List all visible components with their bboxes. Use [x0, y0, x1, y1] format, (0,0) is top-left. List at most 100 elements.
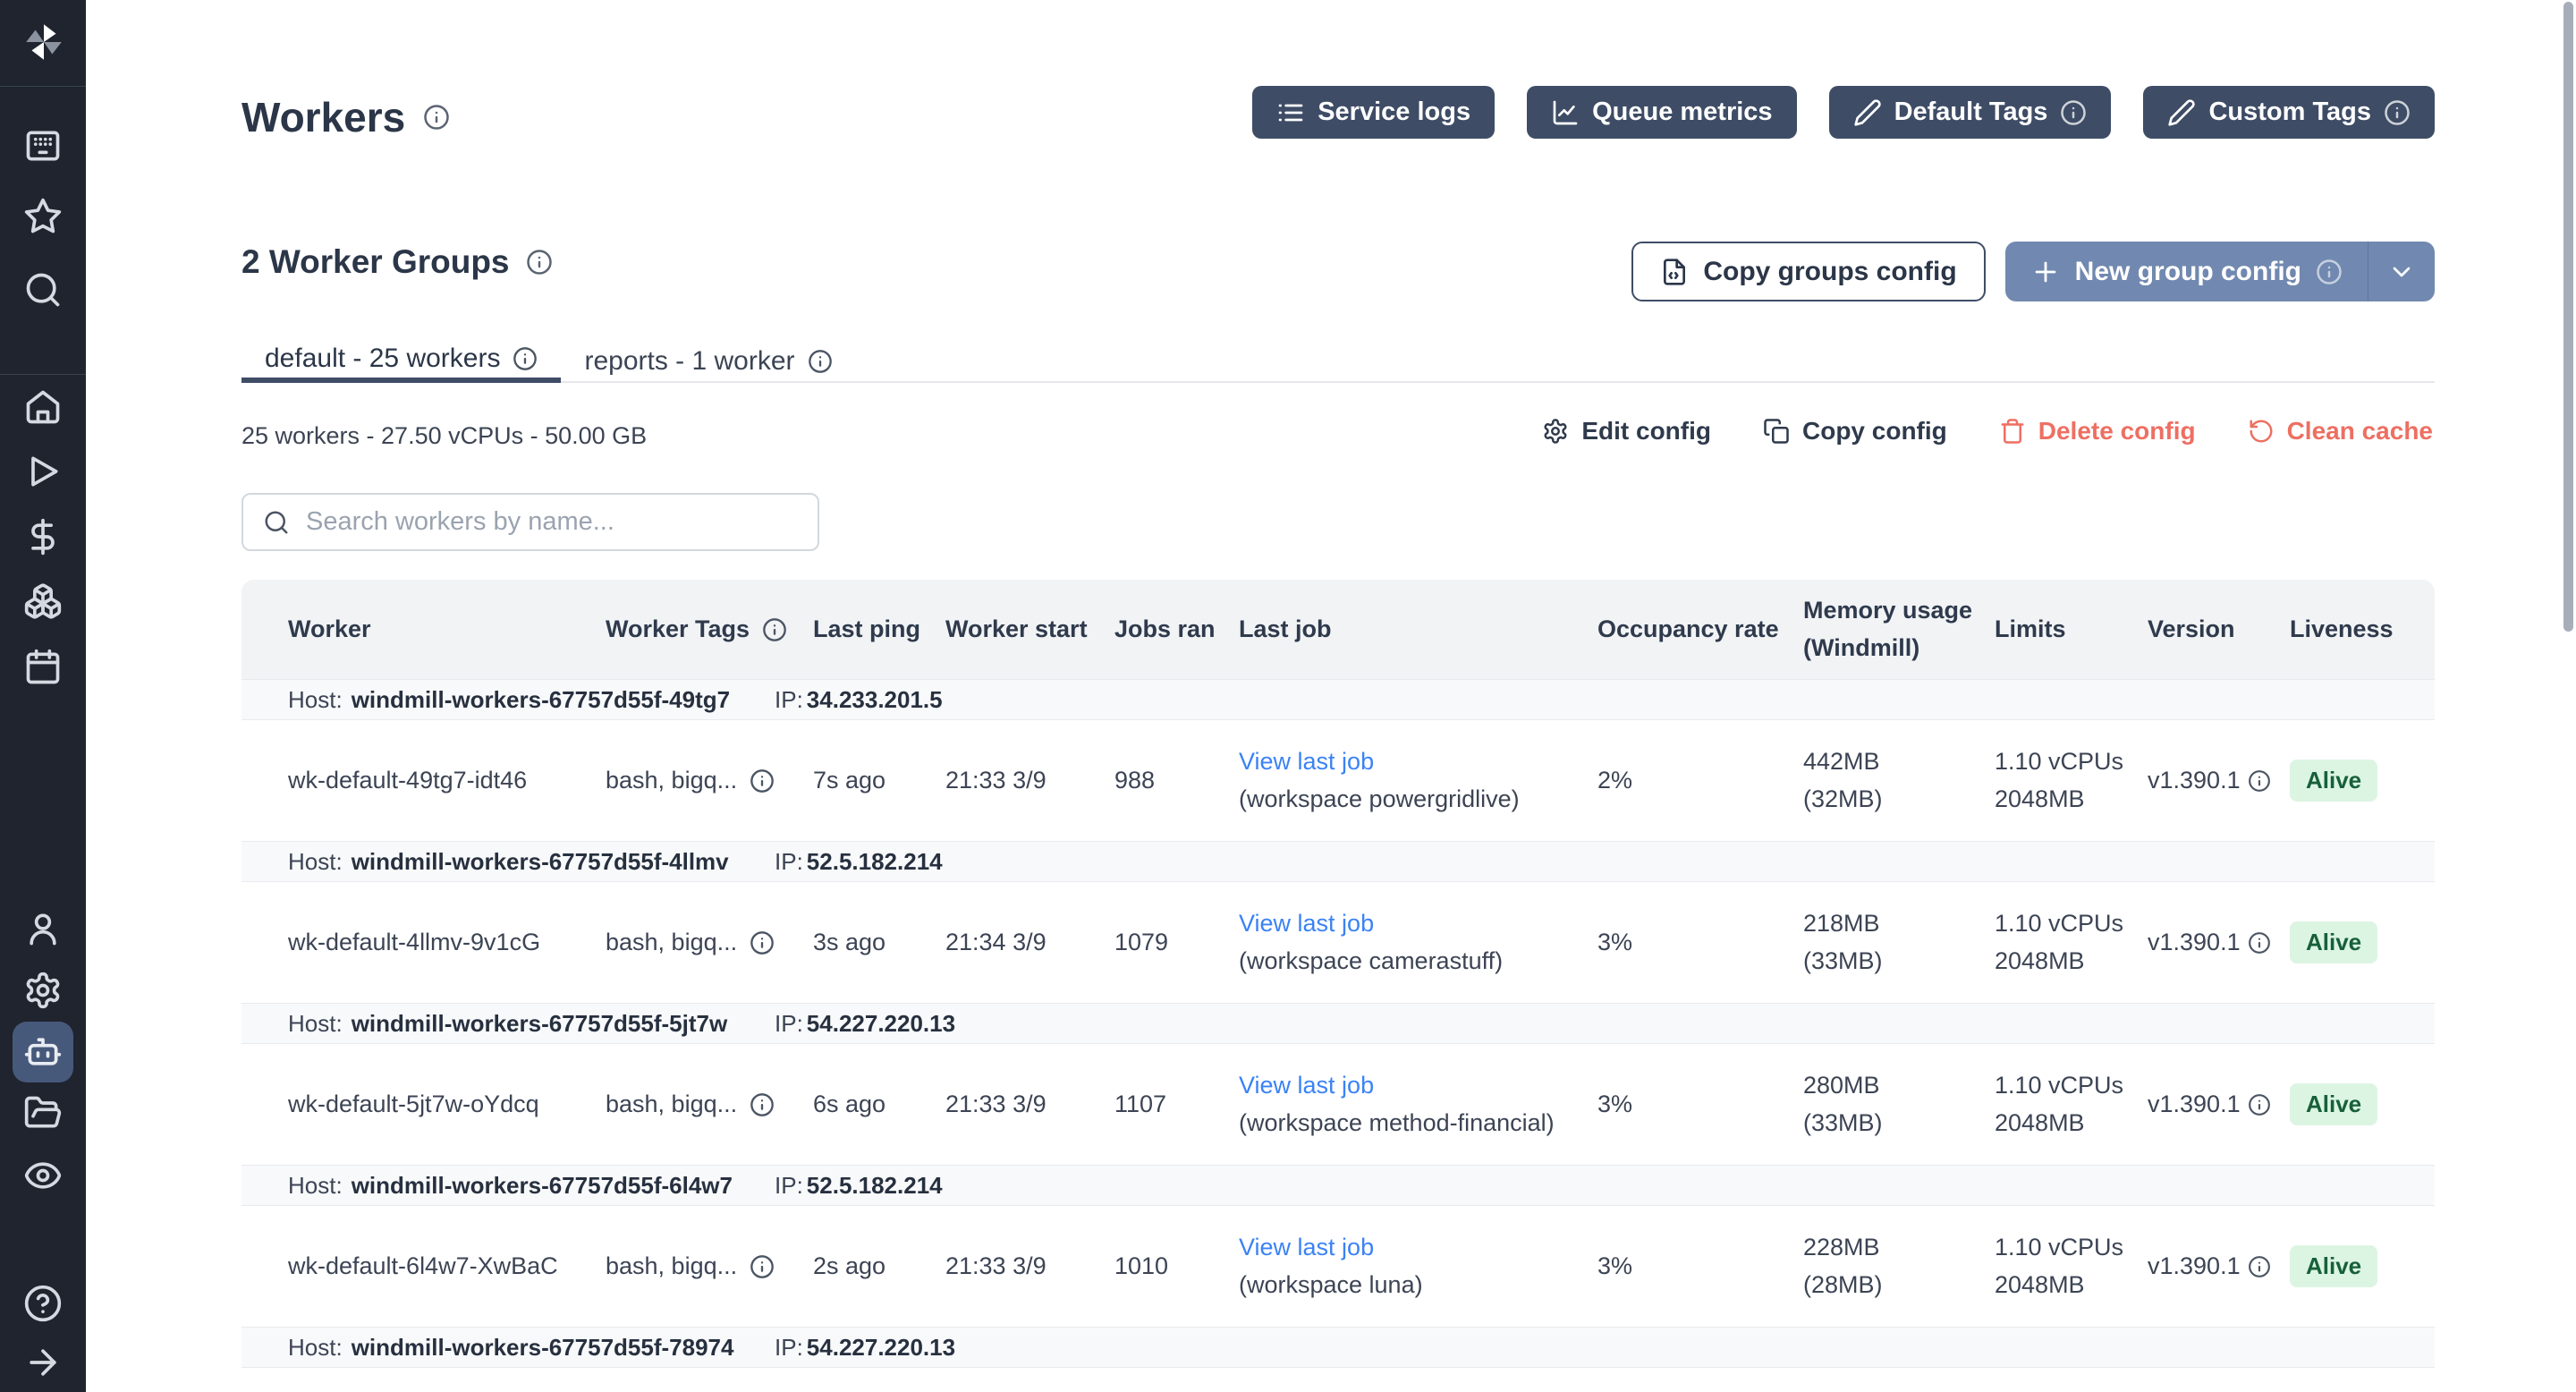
worker-last-job: View last job(workspace powergridlive) — [1239, 720, 1520, 841]
host-row: Host:windmill-workers-67757d55f-49tg7 IP… — [242, 679, 2435, 720]
info-icon[interactable] — [750, 1092, 775, 1117]
view-last-job-link[interactable]: View last job — [1239, 1233, 1423, 1262]
info-icon — [513, 346, 538, 371]
resources-boxes-icon[interactable] — [23, 581, 63, 621]
copy-config-button[interactable]: Copy config — [1763, 417, 1947, 446]
col-last-job: Last job — [1239, 580, 1332, 679]
info-icon[interactable] — [750, 768, 775, 794]
runs-play-icon[interactable] — [23, 452, 63, 491]
delete-config-label: Delete config — [2038, 417, 2196, 446]
worker-last-ping: 3s ago — [813, 882, 886, 1003]
tab-default[interactable]: default - 25 workers — [242, 339, 561, 383]
eye-icon[interactable] — [23, 1156, 63, 1195]
worker-jobs-ran: 1107 — [1114, 1044, 1166, 1165]
host-row: Host:windmill-workers-67757d55f-4llmv IP… — [242, 841, 2435, 882]
new-group-config-button[interactable]: New group config — [2005, 242, 2435, 301]
home-icon[interactable] — [23, 387, 63, 427]
search-input[interactable] — [304, 494, 818, 550]
view-last-job-link[interactable]: View last job — [1239, 747, 1520, 777]
worker-last-ping: 7s ago — [813, 720, 886, 841]
tab-default-label: default - 25 workers — [265, 344, 500, 374]
col-last-ping: Last ping — [813, 580, 920, 679]
service-logs-label: Service logs — [1318, 98, 1470, 127]
info-icon[interactable] — [762, 617, 787, 642]
delete-config-button[interactable]: Delete config — [1999, 417, 2196, 446]
col-worker: Worker — [288, 580, 371, 679]
view-last-job-link[interactable]: View last job — [1239, 1071, 1555, 1100]
default-tags-label: Default Tags — [1894, 98, 2048, 127]
gear-icon — [1542, 418, 1569, 445]
view-last-job-link[interactable]: View last job — [1239, 909, 1503, 938]
worker-name: wk-default-49tg7-idt46 — [288, 720, 527, 841]
service-logs-button[interactable]: Service logs — [1252, 86, 1495, 139]
queue-metrics-button[interactable]: Queue metrics — [1527, 86, 1796, 139]
custom-tags-button[interactable]: Custom Tags — [2143, 86, 2435, 139]
copy-groups-config-button[interactable]: Copy groups config — [1631, 242, 1985, 301]
worker-tags: bash, bigq... — [606, 1044, 775, 1165]
host-row: Host:windmill-workers-67757d55f-6l4w7 IP… — [242, 1165, 2435, 1206]
help-icon[interactable] — [23, 1284, 63, 1323]
alive-badge: Alive — [2290, 1245, 2377, 1287]
page-title: Workers — [242, 93, 450, 141]
col-version: Version — [2148, 580, 2235, 679]
host-name: windmill-workers-67757d55f-4llmv — [352, 848, 729, 876]
edit-config-button[interactable]: Edit config — [1542, 417, 1711, 446]
folder-open-icon[interactable] — [23, 1093, 63, 1133]
clean-cache-button[interactable]: Clean cache — [2248, 417, 2433, 446]
file-icon — [1660, 258, 1689, 286]
worker-memory: 218MB(33MB) — [1803, 882, 1883, 1003]
plus-icon — [2030, 257, 2061, 287]
info-icon[interactable] — [2248, 769, 2271, 793]
star-icon[interactable] — [23, 197, 63, 236]
info-icon[interactable] — [526, 249, 553, 276]
worker-name: wk-default-6l4w7-XwBaC — [288, 1206, 558, 1327]
sidebar — [0, 0, 86, 1392]
worker-liveness: Alive — [2290, 1044, 2377, 1165]
workers-bot-icon-active[interactable] — [13, 1022, 73, 1082]
host-name: windmill-workers-67757d55f-78974 — [352, 1334, 734, 1362]
info-icon[interactable] — [2248, 1093, 2271, 1116]
worker-liveness: Alive — [2290, 882, 2377, 1003]
tab-reports[interactable]: reports - 1 worker — [561, 339, 855, 383]
info-icon[interactable] — [423, 104, 450, 131]
worker-liveness: Alive — [2290, 720, 2377, 841]
dollar-icon[interactable] — [23, 517, 63, 556]
worker-limits: 1.10 vCPUs2048MB — [1995, 720, 2123, 841]
host-name: windmill-workers-67757d55f-5jt7w — [352, 1010, 727, 1038]
default-tags-button[interactable]: Default Tags — [1829, 86, 2112, 139]
info-icon[interactable] — [750, 930, 775, 955]
host-row: Host:windmill-workers-67757d55f-78974 IP… — [242, 1327, 2435, 1368]
worker-start: 21:33 3/9 — [945, 1206, 1046, 1327]
custom-tags-label: Custom Tags — [2208, 98, 2371, 127]
info-icon[interactable] — [2248, 931, 2271, 955]
edit-config-label: Edit config — [1581, 417, 1711, 446]
worker-liveness: Alive — [2290, 1206, 2377, 1327]
worker-limits: 1.10 vCPUs2048MB — [1995, 882, 2123, 1003]
windmill-logo-icon[interactable] — [21, 20, 66, 64]
schedules-calendar-icon[interactable] — [23, 648, 63, 687]
worker-row: wk-default-6l4w7-XwBaC bash, bigq... 2s … — [242, 1206, 2435, 1327]
col-worker-start: Worker start — [945, 580, 1088, 679]
alive-badge: Alive — [2290, 1083, 2377, 1125]
vertical-scrollbar[interactable] — [2563, 2, 2573, 632]
info-icon[interactable] — [750, 1254, 775, 1279]
worker-last-job: View last job(workspace method-financial… — [1239, 1044, 1555, 1165]
group-summary: 25 workers - 27.50 vCPUs - 50.00 GB — [242, 422, 647, 450]
new-group-config-dropdown[interactable] — [2368, 258, 2435, 286]
host-ip: 52.5.182.214 — [807, 848, 943, 876]
worker-name: wk-default-4llmv-9v1cG — [288, 882, 540, 1003]
worker-groups-heading-text: 2 Worker Groups — [242, 243, 510, 281]
search-icon[interactable] — [23, 270, 63, 310]
worker-occupancy: 3% — [1597, 1206, 1632, 1327]
worker-last-job: View last job(workspace camerastuff) — [1239, 882, 1503, 1003]
search-icon — [263, 509, 290, 536]
worker-search — [242, 493, 819, 551]
expand-sidebar-arrow-icon[interactable] — [23, 1343, 63, 1382]
users-icon[interactable] — [23, 909, 63, 948]
tab-reports-label: reports - 1 worker — [584, 346, 794, 377]
copy-config-label: Copy config — [1802, 417, 1947, 446]
info-icon[interactable] — [2248, 1255, 2271, 1278]
apps-icon[interactable] — [23, 126, 63, 166]
settings-gear-icon[interactable] — [23, 971, 63, 1010]
col-occupancy: Occupancy rate — [1597, 580, 1779, 679]
